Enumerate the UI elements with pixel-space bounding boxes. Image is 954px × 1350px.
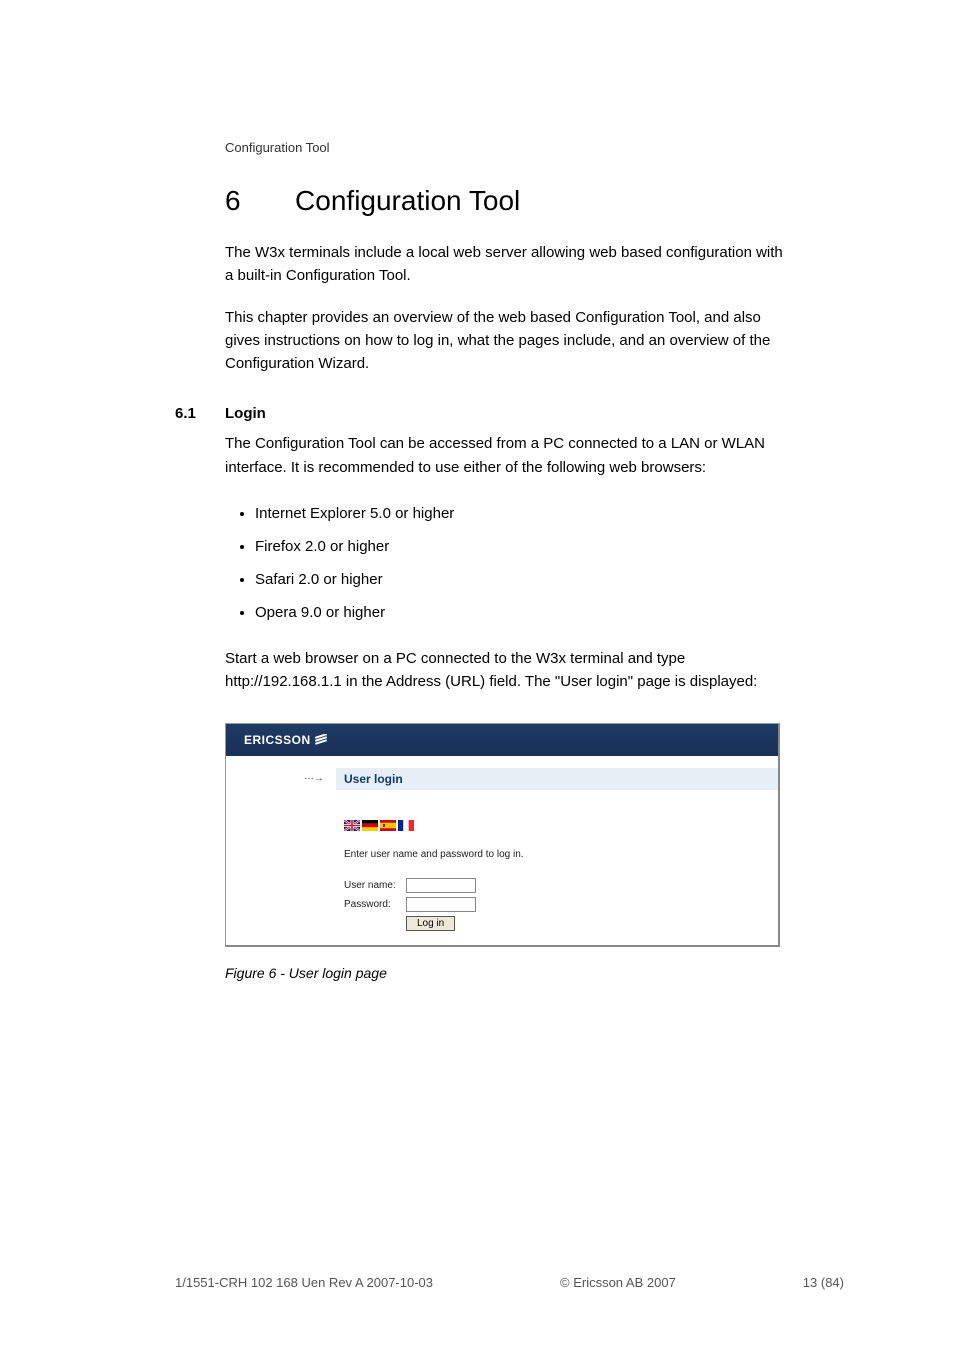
arrow-indicator: ···→ [226, 768, 336, 790]
login-button[interactable]: Log in [406, 916, 455, 931]
ericsson-bars-icon [315, 734, 327, 746]
flag-fr-icon[interactable] [398, 820, 414, 831]
flag-uk-icon[interactable] [344, 820, 360, 831]
list-item: Firefox 2.0 or higher [255, 530, 775, 563]
ericsson-logo: ERICSSON [244, 733, 327, 747]
list-item: Safari 2.0 or higher [255, 563, 775, 596]
intro-paragraph-1: The W3x terminals include a local web se… [225, 241, 785, 288]
login-panel: Enter user name and password to log in. … [336, 790, 778, 931]
password-label: Password: [344, 899, 402, 910]
footer-copyright: © Ericsson AB 2007 [560, 1275, 676, 1290]
login-paragraph-1: The Configuration Tool can be accessed f… [225, 432, 785, 479]
username-label: User name: [344, 880, 402, 891]
language-flags [344, 820, 778, 831]
logo-text: ERICSSON [244, 733, 311, 747]
list-item: Internet Explorer 5.0 or higher [255, 497, 775, 530]
running-header: Configuration Tool [225, 140, 854, 155]
section-heading: 6.1Login [175, 405, 854, 422]
section-number: 6.1 [175, 405, 225, 422]
login-instruction: Enter user name and password to log in. [344, 849, 778, 860]
footer-doc-ref: 1/1551-CRH 102 168 Uen Rev A 2007-10-03 [175, 1275, 433, 1290]
section-title: Login [225, 405, 266, 422]
left-spacer [226, 790, 336, 931]
screenshot-header: ERICSSON [226, 724, 778, 756]
chapter-title: Configuration Tool [295, 185, 520, 216]
figure-caption: Figure 6 - User login page [225, 965, 854, 981]
panel-title: User login [336, 768, 778, 790]
flag-de-icon[interactable] [362, 820, 378, 831]
intro-paragraph-2: This chapter provides an overview of the… [225, 306, 785, 376]
browser-list: Internet Explorer 5.0 or higher Firefox … [255, 497, 775, 629]
page-footer: 1/1551-CRH 102 168 Uen Rev A 2007-10-03 … [0, 1275, 954, 1290]
footer-page-number: 13 (84) [803, 1275, 844, 1290]
chapter-heading: 6 Configuration Tool [225, 185, 854, 217]
flag-es-icon[interactable] [380, 820, 396, 831]
password-input[interactable] [406, 897, 476, 912]
login-paragraph-2: Start a web browser on a PC connected to… [225, 647, 785, 694]
username-input[interactable] [406, 878, 476, 893]
login-screenshot: ERICSSON ···→ User login [225, 723, 780, 947]
chapter-number: 6 [225, 185, 241, 216]
screenshot-subheader: ···→ User login [226, 768, 778, 790]
list-item: Opera 9.0 or higher [255, 596, 775, 629]
